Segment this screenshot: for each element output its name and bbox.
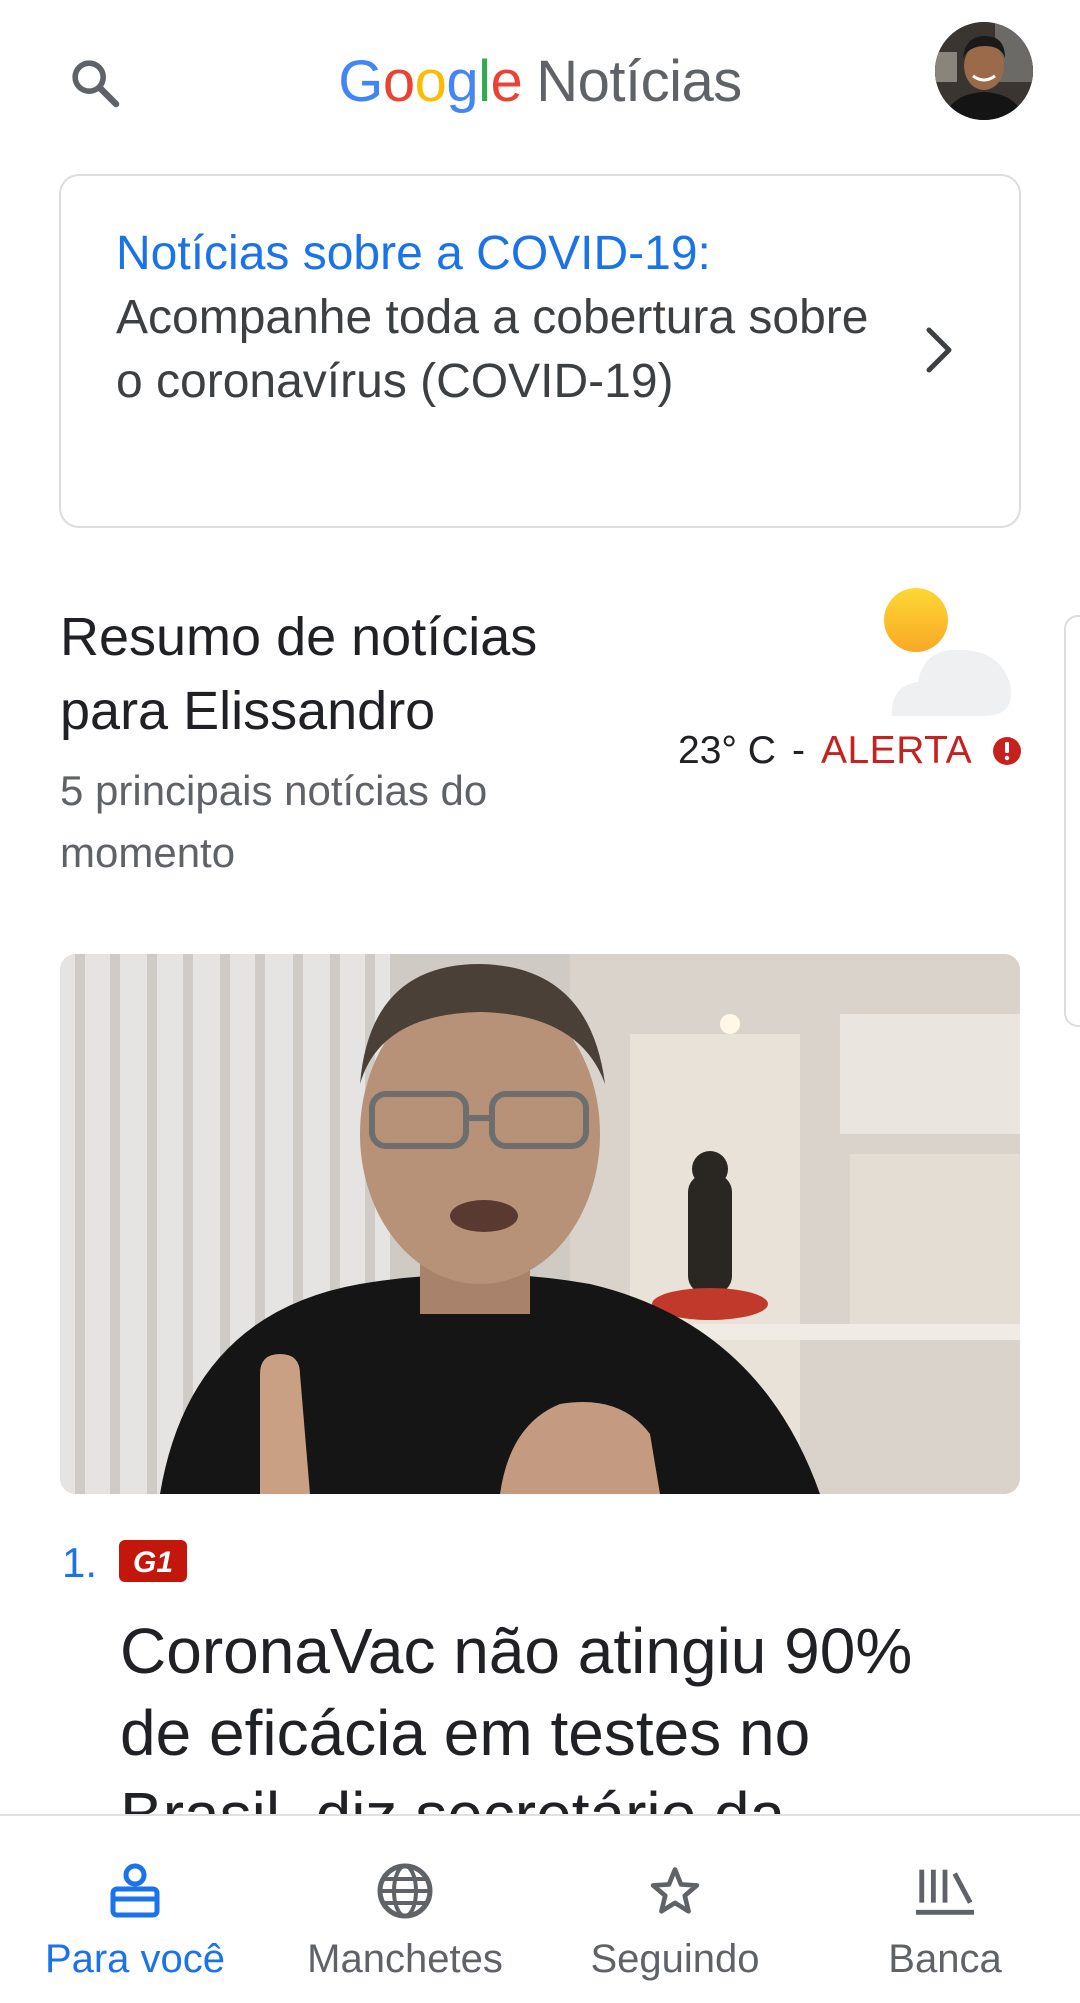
nav-label: Banca	[888, 1937, 1002, 1981]
globe-icon	[374, 1860, 436, 1922]
story-image[interactable]	[60, 954, 1020, 1494]
alert-circle-icon	[993, 737, 1022, 765]
briefing-subtitle: 5 principais notícias do momento	[60, 767, 488, 876]
briefing-title: Resumo de notícias para Elissandro	[60, 607, 538, 741]
covid-card-text: Notícias sobre a COVID-19: Acompanhe tod…	[116, 222, 876, 414]
partly-cloudy-icon	[884, 588, 1011, 716]
nav-headlines[interactable]: Manchetes	[270, 1816, 540, 2003]
google-wordmark: Google	[338, 49, 523, 114]
brand-letter: e	[490, 49, 523, 114]
app-name: Notícias	[536, 49, 742, 114]
story-photo	[60, 954, 1020, 1494]
chevron-right-icon	[926, 327, 952, 373]
for-you-icon	[104, 1860, 166, 1922]
covid-coverage-card[interactable]: Notícias sobre a COVID-19: Acompanhe tod…	[59, 174, 1021, 528]
covid-card-body: Acompanhe toda a cobertura sobre o coron…	[116, 291, 869, 408]
weather-summary[interactable]: 23° C - ALERTA	[678, 728, 1022, 774]
g1-logo-text: G1	[133, 1546, 173, 1579]
temperature: 23° C	[678, 729, 776, 772]
app-logo: Google Notícias	[0, 42, 1080, 122]
brand-letter: o	[382, 49, 415, 114]
app-header: Google Notícias	[0, 0, 1080, 160]
nav-label: Seguindo	[590, 1937, 760, 1981]
nav-label: Para você	[44, 1937, 226, 1981]
avatar-photo	[935, 22, 1033, 120]
profile-avatar[interactable]	[935, 22, 1033, 120]
separator: -	[791, 729, 805, 772]
brand-letter: g	[446, 49, 479, 114]
nav-for-you[interactable]: Para você	[0, 1816, 270, 2003]
story-rank: 1.	[62, 1539, 98, 1586]
nav-label: Manchetes	[307, 1937, 503, 1981]
bottom-navigation: Para você Manchetes Seguindo Banca	[0, 1814, 1080, 2003]
nav-newsstand[interactable]: Banca	[810, 1816, 1080, 2003]
edge-panel-handle[interactable]	[1064, 615, 1080, 1027]
g1-logo[interactable]: G1	[119, 1540, 187, 1582]
star-icon	[644, 1860, 706, 1922]
brand-letter: G	[338, 49, 383, 114]
nav-following[interactable]: Seguindo	[540, 1816, 810, 2003]
newsstand-icon	[914, 1860, 976, 1922]
brand-letter: l	[478, 49, 491, 114]
covid-card-title: Notícias sobre a COVID-19:	[116, 227, 711, 280]
brand-letter: o	[414, 49, 447, 114]
weather-alert: ALERTA	[820, 729, 973, 772]
